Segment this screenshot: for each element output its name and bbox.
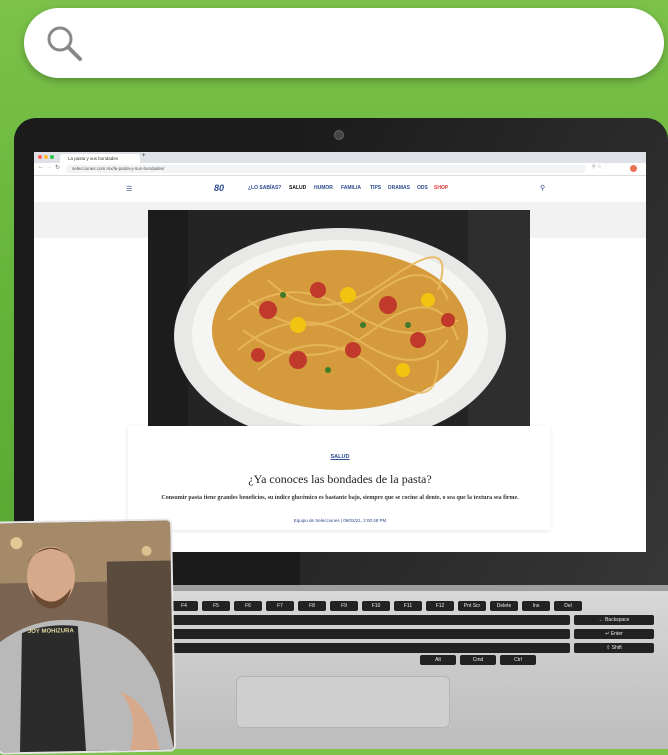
back-arrow-icon[interactable]: ← bbox=[38, 164, 44, 170]
laptop-screen: La pasta y sus bondades + ← → ↻ seleccio… bbox=[34, 152, 646, 552]
menu-hamburger-icon[interactable]: ☰ bbox=[126, 185, 132, 193]
nav-item-dramas[interactable]: DRAMAS bbox=[388, 185, 410, 191]
article-category-link[interactable]: SALUD bbox=[34, 454, 646, 460]
forward-arrow-icon[interactable]: → bbox=[46, 164, 52, 170]
article-dek: Consumir pasta tiene grandes beneficios,… bbox=[161, 495, 519, 501]
key-f7[interactable]: F7 bbox=[266, 601, 294, 611]
key-del[interactable]: Del bbox=[554, 601, 582, 611]
keyboard: F4 F5 F6 F7 F8 F9 F10 F11 F12 Pnt Scr De… bbox=[170, 595, 668, 665]
key-f4[interactable]: F4 bbox=[170, 601, 198, 611]
phone-photo: JOY MOHIZURA bbox=[0, 518, 177, 755]
key-f9[interactable]: F9 bbox=[330, 601, 358, 611]
key-delete[interactable]: Delete bbox=[490, 601, 518, 611]
key-row-qwerty[interactable] bbox=[170, 629, 570, 639]
key-backspace[interactable]: ← Backspace bbox=[574, 615, 654, 625]
article-headline: ¿Ya conoces las bondades de la pasta? bbox=[248, 472, 432, 486]
address-bar[interactable]: selecciones.com.mx/la-pasta-y-sus-bondad… bbox=[66, 165, 586, 173]
hero-image bbox=[148, 210, 530, 450]
minimize-window-icon[interactable] bbox=[44, 155, 48, 159]
key-cmd[interactable]: Cmd bbox=[460, 655, 496, 665]
profile-avatar[interactable] bbox=[630, 165, 637, 172]
browser-extension-icons[interactable]: ⚲ ☆ ⋮ bbox=[592, 164, 608, 170]
search-icon[interactable] bbox=[44, 23, 84, 63]
key-f6[interactable]: F6 bbox=[234, 601, 262, 611]
key-shift[interactable]: ⇧ Shift bbox=[574, 643, 654, 653]
key-f5[interactable]: F5 bbox=[202, 601, 230, 611]
chef-photo-image bbox=[0, 520, 174, 753]
apron-text: JOY MOHIZURA bbox=[27, 628, 74, 635]
key-f8[interactable]: F8 bbox=[298, 601, 326, 611]
trackpad[interactable] bbox=[236, 676, 450, 728]
nav-item-lo-sabias[interactable]: ¿LO SABÍAS? bbox=[248, 185, 281, 191]
nav-item-humor[interactable]: HUMOR bbox=[314, 185, 333, 191]
browser-tab[interactable]: La pasta y sus bondades bbox=[60, 154, 140, 163]
site-search-icon[interactable]: ⚲ bbox=[540, 184, 545, 192]
hinge bbox=[150, 585, 668, 591]
nav-item-shop[interactable]: SHOP bbox=[434, 185, 448, 191]
close-window-icon[interactable] bbox=[38, 155, 42, 159]
key-f11[interactable]: F11 bbox=[394, 601, 422, 611]
search-input[interactable] bbox=[100, 22, 644, 54]
key-ctrl[interactable]: Ctrl bbox=[500, 655, 536, 665]
new-tab-button[interactable]: + bbox=[142, 153, 146, 159]
nav-item-tips[interactable]: TIPS bbox=[370, 185, 381, 191]
nav-item-ods[interactable]: ODS bbox=[417, 185, 428, 191]
key-row-asdf[interactable] bbox=[170, 643, 570, 653]
key-f10[interactable]: F10 bbox=[362, 601, 390, 611]
key-insert[interactable]: Ins bbox=[522, 601, 550, 611]
key-enter[interactable]: ↵ Enter bbox=[574, 629, 654, 639]
nav-item-salud[interactable]: SALUD bbox=[289, 185, 306, 191]
pasta-plate-image bbox=[148, 210, 530, 450]
key-row-numbers[interactable] bbox=[170, 615, 570, 625]
reload-icon[interactable]: ↻ bbox=[55, 164, 60, 171]
key-print-screen[interactable]: Pnt Scr bbox=[458, 601, 486, 611]
key-alt[interactable]: Alt bbox=[420, 655, 456, 665]
webcam-icon bbox=[334, 130, 344, 140]
key-f12[interactable]: F12 bbox=[426, 601, 454, 611]
site-logo[interactable]: 80 bbox=[214, 183, 224, 193]
maximize-window-icon[interactable] bbox=[50, 155, 54, 159]
nav-item-familia[interactable]: FAMILIA bbox=[341, 185, 361, 191]
